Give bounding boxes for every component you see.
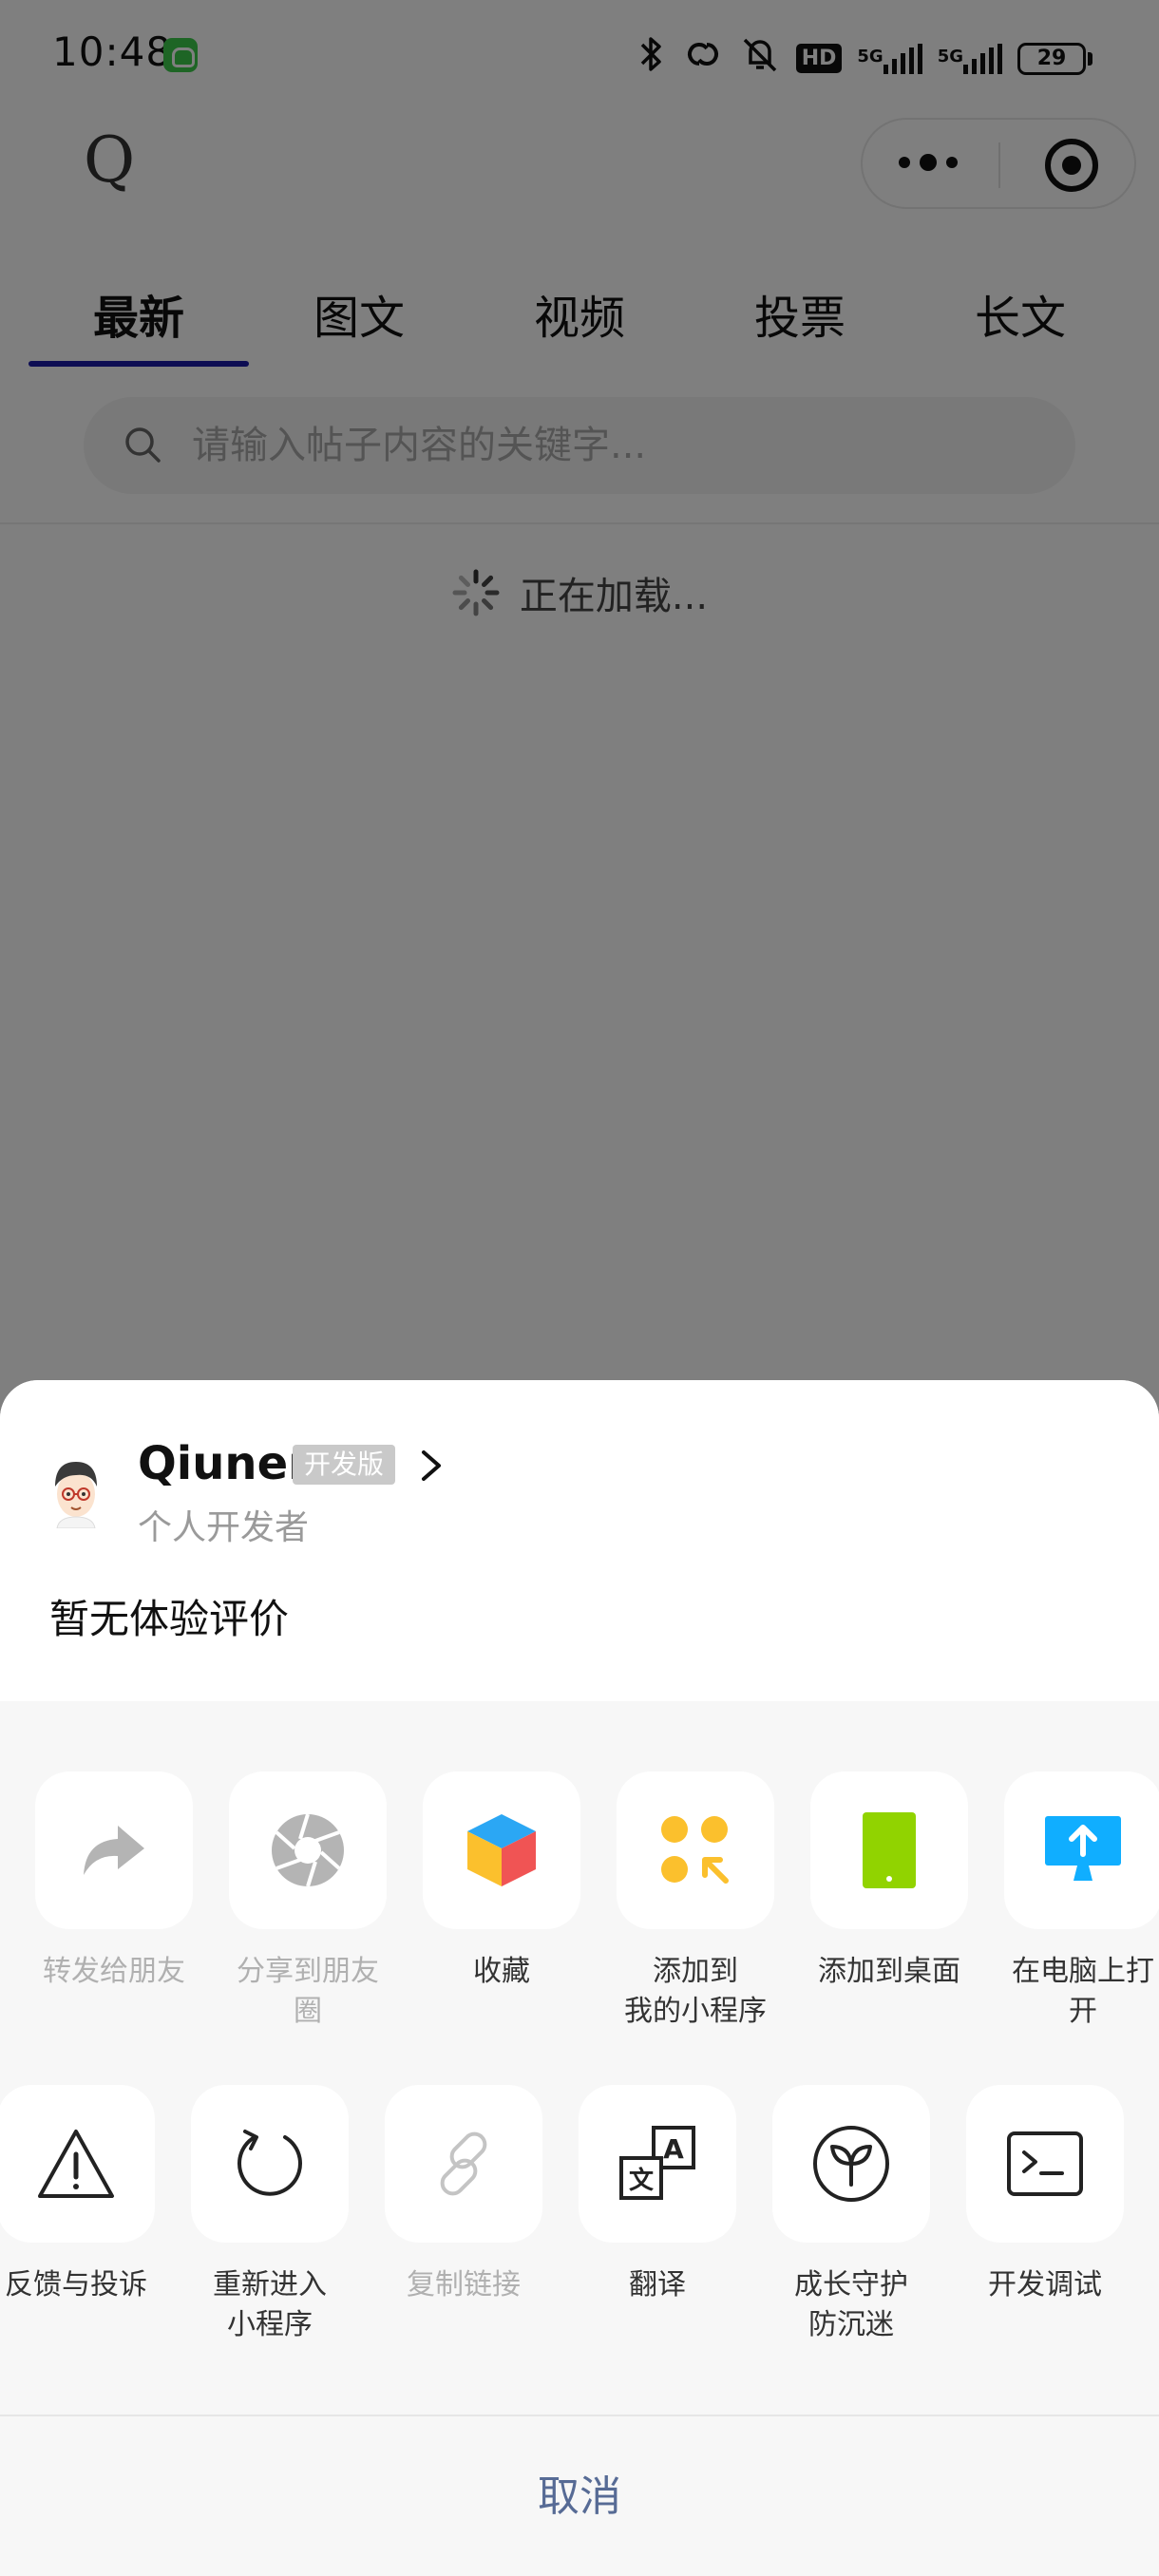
developer-type: 个人开发者 — [138, 1508, 310, 1547]
review-summary: 暂无体验评价 — [49, 1596, 290, 1642]
miniprogram-info[interactable]: Qiuner 开发版 个人开发者 暂无体验评价 — [0, 1380, 1159, 1701]
share-to-moments-button[interactable]: 分享到朋友 圈 — [227, 1771, 389, 2032]
forward-to-friend-button[interactable]: 转发给朋友 — [33, 1771, 195, 1992]
action-sheet: Qiuner 开发版 个人开发者 暂无体验评价 转发给朋友 分享到朋友 圈 收藏… — [0, 1380, 1159, 2576]
action-label: 复制链接 — [407, 2268, 521, 2301]
terminal-icon — [1007, 2131, 1083, 2196]
action-label: 开发调试 — [988, 2268, 1102, 2301]
my-miniprogram-icon — [661, 1816, 729, 1884]
cancel-bar: 取消 — [0, 2415, 1159, 2576]
add-to-my-miniprogram-button[interactable]: 添加到 我的小程序 — [615, 1771, 776, 2032]
open-on-computer-button[interactable]: 在电脑上打 开 — [1002, 1771, 1159, 2032]
tool-actions-row: 反馈与投诉 重新进入 小程序 复制链接 A 文 翻译 成长守护 防沉迷 开发调试 — [0, 2085, 1159, 2370]
favorite-cube-icon — [467, 1814, 536, 1886]
share-arrow-icon — [84, 1826, 144, 1875]
action-label: 收藏 — [473, 1955, 530, 1988]
action-label: 分享到朋友 圈 — [237, 1955, 379, 2028]
feedback-complaint-button[interactable]: 反馈与投诉 — [0, 2085, 157, 2305]
share-actions-row: 转发给朋友 分享到朋友 圈 收藏 添加到 我的小程序 添加到桌面 在电脑上打 开 — [0, 1771, 1159, 2056]
svg-text:文: 文 — [629, 2166, 655, 2195]
reload-icon — [238, 2130, 302, 2196]
action-label: 添加到 我的小程序 — [624, 1955, 767, 2028]
add-to-desktop-button[interactable]: 添加到桌面 — [808, 1771, 970, 1992]
action-label: 重新进入 小程序 — [213, 2268, 327, 2341]
sprout-icon — [813, 2126, 889, 2202]
cancel-button[interactable]: 取消 — [0, 2416, 1159, 2576]
app-name: Qiuner — [138, 1437, 311, 1490]
warning-icon — [38, 2130, 114, 2198]
computer-upload-icon — [1045, 1816, 1121, 1881]
action-label: 翻译 — [629, 2268, 686, 2301]
moments-icon — [272, 1813, 344, 1887]
translate-button[interactable]: A 文 翻译 — [577, 2085, 738, 2305]
chevron-right-icon — [422, 1450, 441, 1481]
svg-text:A: A — [663, 2133, 684, 2165]
translate-icon: A 文 — [619, 2126, 695, 2200]
action-label: 在电脑上打 开 — [1012, 1955, 1154, 2028]
action-label: 添加到桌面 — [818, 1955, 960, 1988]
favorite-button[interactable]: 收藏 — [421, 1771, 582, 1992]
action-label: 转发给朋友 — [43, 1955, 185, 1988]
reenter-miniprogram-button[interactable]: 重新进入 小程序 — [189, 2085, 351, 2345]
copy-link-button[interactable]: 复制链接 — [383, 2085, 544, 2305]
phone-icon — [863, 1812, 916, 1888]
link-icon — [440, 2131, 487, 2196]
growth-protection-button[interactable]: 成长守护 防沉迷 — [770, 2085, 932, 2345]
developer-avatar — [55, 1462, 97, 1528]
dev-version-badge: 开发版 — [293, 1445, 396, 1485]
dev-debug-button[interactable]: 开发调试 — [964, 2085, 1126, 2305]
action-label: 成长守护 防沉迷 — [794, 2268, 908, 2341]
action-label: 反馈与投诉 — [5, 2268, 147, 2301]
